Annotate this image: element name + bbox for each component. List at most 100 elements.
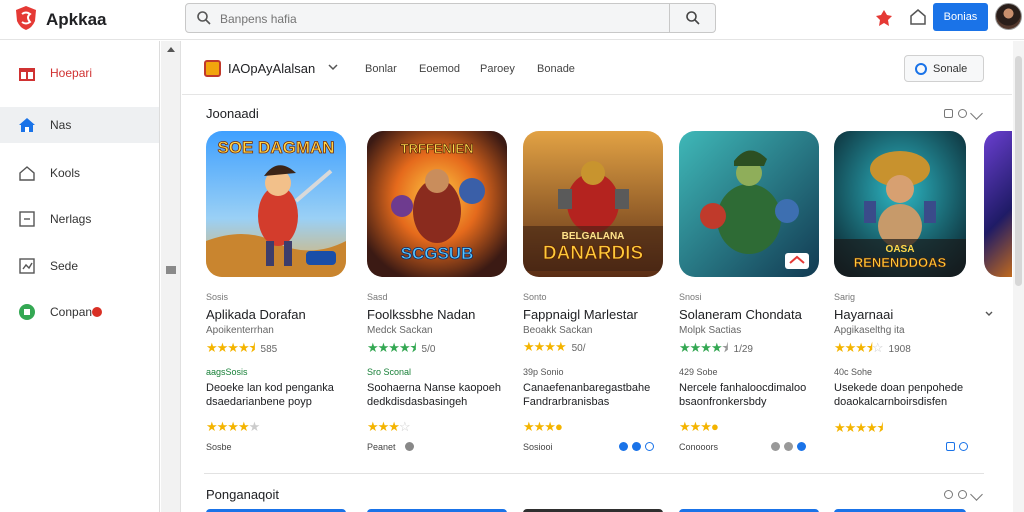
app-category: Sonto	[523, 292, 547, 302]
share-icon[interactable]	[619, 442, 628, 451]
section-divider	[204, 473, 984, 474]
link-icon[interactable]	[632, 442, 641, 451]
search-icon	[685, 11, 700, 25]
chevron-right-icon[interactable]	[984, 309, 994, 319]
svg-text:DANARDIS: DANARDIS	[543, 243, 643, 264]
filter-bonlar[interactable]: Bonlar	[365, 63, 397, 75]
sidebar-item-hoepari[interactable]: Hoepari	[0, 55, 159, 91]
app-rating-secondary: ★★★●	[679, 419, 719, 434]
filter-eoemod[interactable]: Eoemod	[419, 63, 460, 75]
app-rating-secondary: ★★★★★	[206, 419, 260, 434]
rating-count: 585	[260, 344, 278, 355]
category-icon	[204, 60, 221, 77]
gear-icon[interactable]	[405, 442, 414, 451]
section-title: Ponganaqoit	[206, 487, 280, 502]
app-name: Apkkaa	[46, 10, 107, 29]
app-rating: ★★★★ 50/	[523, 339, 586, 354]
sort-button[interactable]: Sonale	[904, 55, 984, 82]
sidebar-item-conpan[interactable]: Conpan	[0, 294, 159, 330]
scroll-up-icon[interactable]	[167, 47, 175, 52]
info-icon[interactable]	[958, 490, 967, 499]
app-title[interactable]: Fappnaigl Marlestar	[523, 307, 638, 322]
house-outline-icon	[19, 166, 35, 181]
window-scrollbar[interactable]	[1013, 41, 1024, 512]
app-tag: aagsSosis	[206, 367, 248, 377]
app-footer-label: Sosbe	[206, 442, 232, 452]
expand-icon[interactable]	[970, 488, 983, 501]
footer-icons	[946, 442, 968, 451]
svg-text:BELGALANA: BELGALANA	[562, 231, 625, 242]
scrollbar[interactable]	[161, 41, 181, 512]
app-category: Sarig	[834, 292, 856, 302]
section-tools	[944, 107, 983, 120]
info-icon[interactable]	[645, 442, 654, 451]
scroll-thumb[interactable]	[166, 266, 176, 274]
category-dropdown[interactable]: IAOpAyAlalsan	[228, 61, 315, 76]
grid-icon[interactable]	[944, 490, 953, 499]
app-tag: 40c Sohe	[834, 367, 873, 377]
app-rating: ★★★★⯨ 5/0	[367, 340, 436, 355]
info-icon[interactable]	[797, 442, 806, 451]
footer-icons	[405, 442, 414, 451]
filter-paroey[interactable]: Paroey	[480, 63, 515, 75]
app-footer-label: Peanet	[367, 442, 396, 452]
search-icon	[197, 11, 211, 25]
sort-icon	[915, 63, 927, 75]
info-icon[interactable]	[959, 442, 968, 451]
info-icon[interactable]	[958, 109, 967, 118]
app-thumbnail-partial[interactable]	[984, 131, 1012, 277]
app-category: Snosi	[679, 292, 702, 302]
app-thumbnail[interactable]	[679, 131, 819, 277]
square-icon	[19, 211, 35, 227]
svg-text:OASA: OASA	[886, 244, 915, 255]
app-category: Sosis	[206, 292, 229, 302]
sidebar-item-label: Nas	[50, 118, 72, 132]
footer-icons	[619, 442, 654, 451]
app-footer-label: Conooors	[679, 442, 719, 452]
expand-icon[interactable]	[970, 107, 983, 120]
app-developer: Molpk Sactias	[679, 325, 742, 336]
sidebar-item-label: Conpan	[50, 305, 93, 319]
app-rating-secondary: ★★★★⯨	[834, 420, 883, 435]
app-title[interactable]: Solaneram Chondata	[679, 307, 802, 322]
app-thumbnail[interactable]: SOE DAGMAN	[206, 131, 346, 277]
app-title[interactable]: Aplikada Dorafan	[206, 307, 306, 322]
search-input[interactable]	[220, 9, 650, 29]
grid-icon[interactable]	[944, 109, 953, 118]
sidebar-item-sede[interactable]: Sede	[0, 248, 159, 284]
app-rating-secondary: ★★★☆	[367, 419, 411, 434]
sidebar-item-label: Kools	[50, 166, 81, 180]
user-icon[interactable]	[946, 442, 955, 451]
share-icon[interactable]	[771, 442, 780, 451]
filter-bar: IAOpAyAlalsan Bonlar Eoemod Paroey Bonad…	[182, 41, 1012, 95]
chart-icon	[19, 258, 35, 274]
pin-icon[interactable]	[874, 8, 894, 28]
app-thumbnail[interactable]: TRFFENIEN SCGSUB	[367, 131, 507, 277]
app-category: Sasd	[367, 292, 388, 302]
chevron-down-icon[interactable]	[328, 63, 338, 71]
app-developer: Apgikaselthg ita	[834, 325, 905, 336]
scroll-thumb[interactable]	[1015, 56, 1022, 286]
sidebar-item-nas[interactable]: Nas	[0, 107, 159, 143]
shield-logo-icon[interactable]	[14, 5, 38, 31]
app-title[interactable]: Foolkssbhe Nadan	[367, 307, 475, 322]
app-rating: ★★★⯨☆ 1908	[834, 340, 911, 355]
primary-action-button[interactable]: Bonias	[933, 3, 988, 31]
link-icon[interactable]	[784, 442, 793, 451]
app-title[interactable]: Hayarnaai	[834, 307, 893, 322]
app-description: Canaefenanbaregastbahe Fandrarbranisbas	[523, 382, 651, 408]
app-rating: ★★★★⯨ 585	[206, 340, 278, 355]
app-description: Deoeke lan kod penganka dsaedarianbene p…	[206, 382, 334, 408]
app-thumbnail[interactable]: BELGALANA DANARDIS	[523, 131, 663, 277]
gift-icon	[19, 68, 35, 81]
sidebar-item-kools[interactable]: Kools	[0, 155, 159, 191]
sidebar-item-nerlags[interactable]: Nerlags	[0, 201, 159, 237]
app-thumbnail[interactable]: OASA RENENDDOAS	[834, 131, 966, 277]
search-button[interactable]	[669, 4, 715, 32]
section-title: Joonaadi	[206, 106, 259, 121]
home-outline-icon[interactable]	[909, 8, 927, 26]
filter-bonade[interactable]: Bonade	[537, 63, 575, 75]
main-content: IAOpAyAlalsan Bonlar Eoemod Paroey Bonad…	[182, 41, 1012, 512]
avatar[interactable]	[995, 3, 1022, 30]
svg-text:TRFFENIEN: TRFFENIEN	[401, 141, 474, 156]
